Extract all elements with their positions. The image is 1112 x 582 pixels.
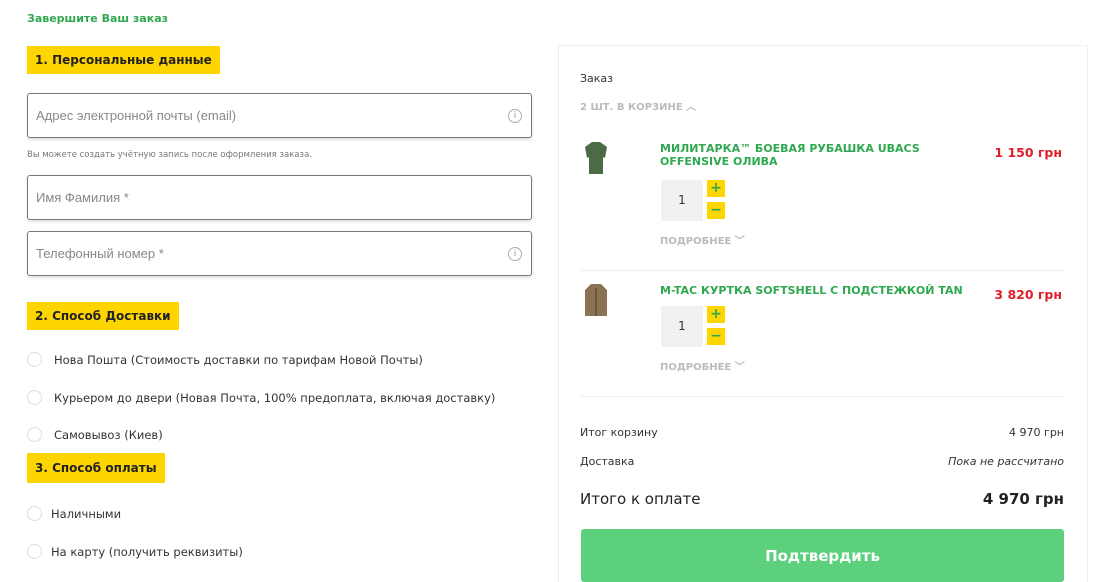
product-name[interactable]: МИЛИТАРКА™ БОЕВАЯ РУБАШКА UBACS OFFENSIV… xyxy=(660,142,980,168)
delivery-option[interactable]: Самовывоз (Киев) xyxy=(27,427,163,442)
chevron-down-icon: ﹀ xyxy=(734,236,745,247)
details-label: ПОДРОБНЕЕ xyxy=(660,236,732,247)
delivery-option[interactable]: Нова Пошта (Стоимость доставки по тарифа… xyxy=(27,352,423,367)
shipping-value: Пока не рассчитано xyxy=(948,455,1064,468)
total-value: 4 970 грн xyxy=(982,490,1064,508)
chevron-down-icon: ﹀ xyxy=(734,362,745,373)
divider xyxy=(580,270,1064,271)
delivery-option-label: Курьером до двери (Новая Почта, 100% пре… xyxy=(54,390,496,405)
order-title: Заказ xyxy=(580,72,614,85)
info-icon[interactable]: i xyxy=(508,247,522,261)
product-name[interactable]: M-TAC КУРТКА SOFTSHELL С ПОДСТЕЖКОЙ TAN xyxy=(660,284,980,297)
phone-field[interactable] xyxy=(28,232,531,275)
page-title: Завершите Ваш заказ xyxy=(27,12,169,25)
quantity-input[interactable]: 1 xyxy=(661,306,703,347)
name-field[interactable] xyxy=(28,176,531,219)
details-toggle[interactable]: ПОДРОБНЕЕ ﹀ xyxy=(660,232,745,247)
phone-field-wrapper: i xyxy=(27,231,532,276)
details-label: ПОДРОБНЕЕ xyxy=(660,362,732,373)
plus-button[interactable]: + xyxy=(707,180,725,197)
confirm-button[interactable]: Подтвердить xyxy=(581,529,1064,582)
info-icon[interactable]: i xyxy=(508,109,522,123)
subtotal-value: 4 970 грн xyxy=(1009,426,1064,439)
product-image-jacket xyxy=(585,284,607,316)
shirt-shape xyxy=(585,142,607,174)
email-field[interactable] xyxy=(28,94,531,137)
cart-toggle[interactable]: 2 ШТ. В КОРЗИНЕ ︿ xyxy=(580,98,696,113)
radio-button[interactable] xyxy=(27,506,42,521)
chevron-up-icon: ︿ xyxy=(686,102,697,113)
payment-option-label: На карту (получить реквизиты) xyxy=(51,544,243,559)
minus-button[interactable]: − xyxy=(707,328,725,345)
section-personal-title: 1. Персональные данные xyxy=(27,46,220,74)
name-field-wrapper xyxy=(27,175,532,220)
divider xyxy=(580,396,1064,397)
zipper-line xyxy=(595,288,597,316)
email-field-wrapper: i xyxy=(27,93,532,138)
section-delivery-title: 2. Способ Доставки xyxy=(27,302,179,330)
product-image-shirt xyxy=(585,142,607,174)
product-price: 3 820 грн xyxy=(994,287,1062,302)
payment-option-label: Наличными xyxy=(51,506,122,521)
delivery-option-label: Самовывоз (Киев) xyxy=(54,427,163,442)
radio-button[interactable] xyxy=(27,427,42,442)
account-hint: Вы можете создать учётную запись после о… xyxy=(27,150,312,160)
radio-button[interactable] xyxy=(27,390,42,405)
payment-option[interactable]: Наличными xyxy=(27,506,121,521)
plus-button[interactable]: + xyxy=(707,306,725,323)
details-toggle[interactable]: ПОДРОБНЕЕ ﹀ xyxy=(660,358,745,373)
radio-button[interactable] xyxy=(27,544,42,559)
delivery-option[interactable]: Курьером до двери (Новая Почта, 100% пре… xyxy=(27,390,495,405)
total-label: Итого к оплате xyxy=(580,490,701,508)
cart-toggle-label: 2 ШТ. В КОРЗИНЕ xyxy=(580,102,683,113)
section-payment-title: 3. Способ оплаты xyxy=(27,453,165,483)
radio-button[interactable] xyxy=(27,352,42,367)
delivery-option-label: Нова Пошта (Стоимость доставки по тарифа… xyxy=(54,352,423,367)
shipping-label: Доставка xyxy=(580,455,635,468)
product-price: 1 150 грн xyxy=(994,145,1062,160)
subtotal-label: Итог корзину xyxy=(580,426,658,439)
payment-option[interactable]: На карту (получить реквизиты) xyxy=(27,544,243,559)
minus-button[interactable]: − xyxy=(707,202,725,219)
quantity-input[interactable]: 1 xyxy=(661,180,703,221)
